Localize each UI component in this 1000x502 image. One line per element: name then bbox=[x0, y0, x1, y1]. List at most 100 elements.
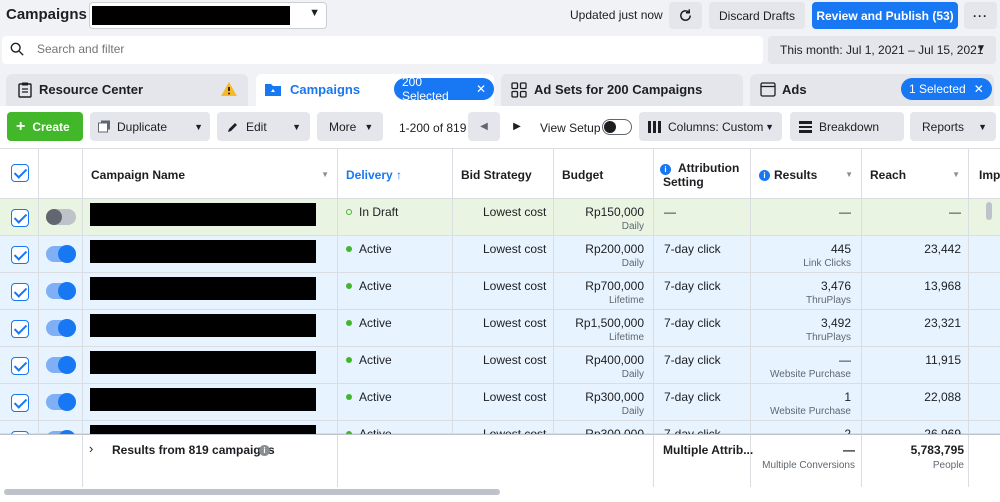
bid-strategy-cell: Lowest cost bbox=[453, 199, 554, 235]
account-selector[interactable]: ▼ bbox=[89, 2, 327, 29]
horizontal-scrollbar[interactable] bbox=[4, 489, 500, 495]
campaign-name-cell[interactable] bbox=[83, 384, 338, 420]
campaign-name-cell[interactable] bbox=[83, 273, 338, 309]
budget-cell[interactable]: Rp400,000 Daily bbox=[554, 347, 654, 383]
campaign-name-cell[interactable] bbox=[83, 347, 338, 383]
reach-cell: 13,968 bbox=[862, 273, 969, 309]
chevron-down-icon[interactable]: ▼ bbox=[194, 122, 203, 132]
table-row[interactable]: Active Lowest cost Rp300,000 Daily 7-day cli… bbox=[0, 384, 1000, 421]
campaign-name-cell[interactable] bbox=[83, 199, 338, 235]
budget-cell[interactable]: Rp700,000 Lifetime bbox=[554, 273, 654, 309]
refresh-icon bbox=[680, 9, 691, 21]
tab-resource-center[interactable]: Resource Center bbox=[6, 74, 248, 106]
review-publish-button[interactable]: Review and Publish (53) bbox=[812, 2, 958, 29]
close-icon[interactable]: ✕ bbox=[974, 82, 984, 96]
campaign-toggle[interactable] bbox=[46, 319, 76, 337]
campaign-name-cell[interactable] bbox=[83, 310, 338, 346]
breakdown-button[interactable]: Breakdown bbox=[790, 112, 904, 141]
row-toggle-cell bbox=[39, 273, 83, 309]
column-header-bid-strategy[interactable]: Bid Strategy bbox=[453, 149, 554, 199]
bid-strategy-value: Lowest cost bbox=[483, 316, 547, 330]
date-range-picker[interactable]: This month: Jul 1, 2021 – Jul 15, 2021 ▼ bbox=[768, 36, 996, 64]
status-dot-icon bbox=[346, 357, 352, 363]
edit-button[interactable]: Edit ▼ bbox=[217, 112, 310, 141]
row-checkbox[interactable] bbox=[11, 246, 29, 264]
vertical-scrollbar[interactable] bbox=[986, 202, 992, 220]
tab-label: Campaigns bbox=[290, 82, 361, 97]
footer-results: — Multiple Conversions bbox=[751, 435, 862, 487]
column-header-delivery[interactable]: Delivery ↑ bbox=[338, 149, 453, 199]
status-dot-icon bbox=[346, 246, 352, 252]
campaign-name-cell[interactable] bbox=[83, 236, 338, 272]
refresh-button[interactable] bbox=[669, 2, 702, 29]
results-value: — bbox=[839, 353, 851, 367]
create-button[interactable]: + Create bbox=[7, 112, 83, 141]
column-header-results[interactable]: i Results ▼ bbox=[751, 149, 862, 199]
delivery-status: Active bbox=[359, 316, 392, 330]
campaign-toggle[interactable] bbox=[46, 356, 76, 374]
top-bar: Campaigns ▼ Updated just now Discard Dra… bbox=[0, 0, 1000, 32]
table-row[interactable]: In Draft Lowest cost Rp150,000 Daily — — — bbox=[0, 199, 1000, 236]
row-select-cell bbox=[0, 347, 39, 383]
budget-cell[interactable]: Rp300,000 Daily bbox=[554, 384, 654, 420]
selected-count-pill[interactable]: 1 Selected ✕ bbox=[901, 78, 992, 100]
chevron-right-icon[interactable]: › bbox=[89, 441, 93, 456]
redacted-campaign-name bbox=[90, 388, 316, 411]
close-icon[interactable]: ✕ bbox=[476, 82, 486, 96]
search-input[interactable] bbox=[37, 42, 637, 56]
table-row[interactable]: ActiveLowest costRp300,0007-day click226… bbox=[0, 421, 1000, 457]
chevron-down-icon: ▼ bbox=[978, 121, 987, 132]
more-button[interactable]: More ▼ bbox=[317, 112, 383, 141]
campaign-toggle[interactable] bbox=[46, 282, 76, 300]
duplicate-button[interactable]: Duplicate ▼ bbox=[90, 112, 210, 141]
footer-summary-cell: › Results from 819 campaigns i bbox=[83, 435, 338, 487]
table-row[interactable]: Active Lowest cost Rp700,000 Lifetime 7-day … bbox=[0, 273, 1000, 310]
table-row[interactable]: Active Lowest cost Rp400,000 Daily 7-day cli… bbox=[0, 347, 1000, 384]
budget-cell[interactable]: Rp200,000 Daily bbox=[554, 236, 654, 272]
budget-value: Rp700,000 bbox=[585, 279, 644, 293]
budget-cell[interactable]: Rp1,500,000 Lifetime bbox=[554, 310, 654, 346]
row-toggle-cell bbox=[39, 236, 83, 272]
row-checkbox[interactable] bbox=[11, 394, 29, 412]
bid-strategy-value: Lowest cost bbox=[483, 205, 547, 219]
tab-ads[interactable]: Ads 1 Selected ✕ bbox=[750, 74, 994, 106]
tab-ad-sets[interactable]: Ad Sets for 200 Campaigns bbox=[501, 74, 743, 106]
column-header-campaign-name[interactable]: Campaign Name ▼ bbox=[83, 149, 338, 199]
column-header-reach[interactable]: Reach ▼ bbox=[862, 149, 969, 199]
budget-cell[interactable]: Rp150,000 Daily bbox=[554, 199, 654, 235]
delivery-status: Active bbox=[359, 353, 392, 367]
column-header-attribution[interactable]: i Attribution Setting bbox=[654, 149, 751, 199]
results-type: Website Purchase bbox=[770, 369, 851, 380]
delivery-cell: Active bbox=[338, 273, 453, 309]
table-row[interactable]: Active Lowest cost Rp200,000 Daily 7-day cli… bbox=[0, 236, 1000, 273]
select-all-checkbox[interactable] bbox=[11, 164, 29, 182]
column-header-impressions[interactable]: Imp bbox=[969, 149, 1000, 199]
campaign-toggle[interactable] bbox=[46, 209, 76, 225]
next-page-button[interactable]: ▶ bbox=[503, 112, 531, 141]
previous-page-button[interactable]: ◀ bbox=[468, 112, 500, 141]
more-options-button[interactable]: ··· bbox=[964, 2, 997, 29]
columns-button[interactable]: Columns: Custom ▼ bbox=[639, 112, 782, 141]
reach-cell: 11,915 bbox=[862, 347, 969, 383]
discard-drafts-button[interactable]: Discard Drafts bbox=[709, 2, 805, 29]
chevron-down-icon[interactable]: ▼ bbox=[292, 122, 301, 132]
duplicate-label: Duplicate bbox=[117, 119, 168, 134]
column-header-budget[interactable]: Budget bbox=[554, 149, 654, 199]
view-setup-toggle[interactable] bbox=[602, 119, 632, 135]
row-checkbox[interactable] bbox=[11, 320, 29, 338]
footer-attribution: Multiple Attrib... bbox=[654, 435, 753, 487]
search-bar[interactable] bbox=[2, 36, 763, 64]
row-checkbox[interactable] bbox=[11, 357, 29, 375]
sort-icon: ▼ bbox=[952, 170, 960, 179]
row-checkbox[interactable] bbox=[11, 209, 29, 227]
campaign-toggle[interactable] bbox=[46, 245, 76, 263]
table-row[interactable]: Active Lowest cost Rp1,500,000 Lifetime 7-da… bbox=[0, 310, 1000, 347]
tab-campaigns[interactable]: Campaigns 200 Selected ✕ bbox=[256, 74, 494, 106]
campaign-toggle[interactable] bbox=[46, 393, 76, 411]
row-checkbox[interactable] bbox=[11, 283, 29, 301]
attribution-cell: 7-day click bbox=[654, 347, 751, 383]
budget-type: Lifetime bbox=[608, 295, 644, 306]
reports-button[interactable]: Reports ▼ bbox=[910, 112, 996, 141]
redacted-campaign-name bbox=[90, 314, 316, 337]
selected-count-pill[interactable]: 200 Selected ✕ bbox=[394, 75, 494, 103]
